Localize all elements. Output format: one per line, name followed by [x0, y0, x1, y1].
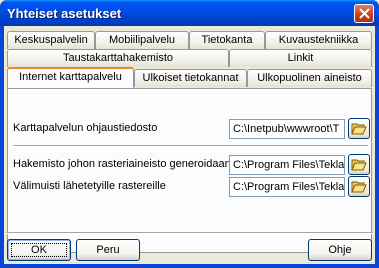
focus-rect	[11, 243, 67, 257]
field-label-ohjaustiedosto: Karttapalvelun ohjaustiedosto	[13, 122, 158, 134]
tab-taustakarttahakemisto[interactable]: Taustakarttahakemisto	[7, 49, 229, 67]
close-button[interactable]	[354, 4, 374, 23]
open-folder-icon	[351, 123, 367, 135]
browse-button-ohjaustiedosto[interactable]	[348, 118, 370, 139]
field-label-rasterihakemisto: Hakemisto johon rasteriaineisto generoid…	[13, 158, 231, 170]
cancel-button[interactable]: Peru	[76, 239, 140, 261]
field-label-valimuisti: Välimuisti lähetetyille rastereille	[13, 180, 166, 192]
tab-kuvaustekniikka[interactable]: Kuvaustekniikka	[265, 31, 372, 49]
help-button[interactable]: Ohje	[308, 239, 372, 261]
open-folder-icon	[351, 181, 367, 193]
footer-separator	[6, 232, 373, 234]
valimuisti-path-input[interactable]: C:\Program Files\Tekla	[229, 177, 345, 197]
open-folder-icon	[351, 159, 367, 171]
title-bar[interactable]: Yhteiset asetukset	[0, 0, 379, 26]
window-frame-right	[375, 26, 379, 268]
tab-panel-internet-karttapalvelu: Karttapalvelun ohjaustiedosto C:\Inetpub…	[7, 88, 372, 253]
tab-ulkopuolinen-aineisto[interactable]: Ulkopuolinen aineisto	[247, 69, 372, 87]
ohjaustiedosto-path-input[interactable]: C:\Inetpub\wwwroot\T	[229, 119, 345, 139]
window-frame-bottom	[0, 264, 379, 268]
cancel-button-label: Peru	[96, 244, 120, 256]
tab-ulkoiset-tietokannat[interactable]: Ulkoiset tietokannat	[134, 69, 247, 87]
browse-button-valimuisti[interactable]	[348, 176, 370, 197]
tab-tietokanta[interactable]: Tietokanta	[189, 31, 265, 49]
tab-internet-karttapalvelu[interactable]: Internet karttapalvelu	[7, 67, 134, 88]
close-icon	[359, 8, 370, 19]
tab-linkit[interactable]: Linkit	[229, 49, 372, 67]
rasterihakemisto-path-input[interactable]: C:\Program Files\Tekla	[229, 155, 345, 175]
tab-keskuspalvelin[interactable]: Keskuspalvelin	[7, 31, 95, 49]
browse-button-rasterihakemisto[interactable]	[348, 154, 370, 175]
dialog-client-area: Keskuspalvelin Mobiilipalvelu Tietokanta…	[4, 26, 375, 264]
window-title: Yhteiset asetukset	[7, 6, 122, 21]
separator	[13, 145, 368, 147]
ok-button[interactable]: OK	[7, 239, 71, 261]
help-button-label: Ohje	[328, 244, 352, 256]
tab-mobiilipalvelu[interactable]: Mobiilipalvelu	[95, 31, 189, 49]
